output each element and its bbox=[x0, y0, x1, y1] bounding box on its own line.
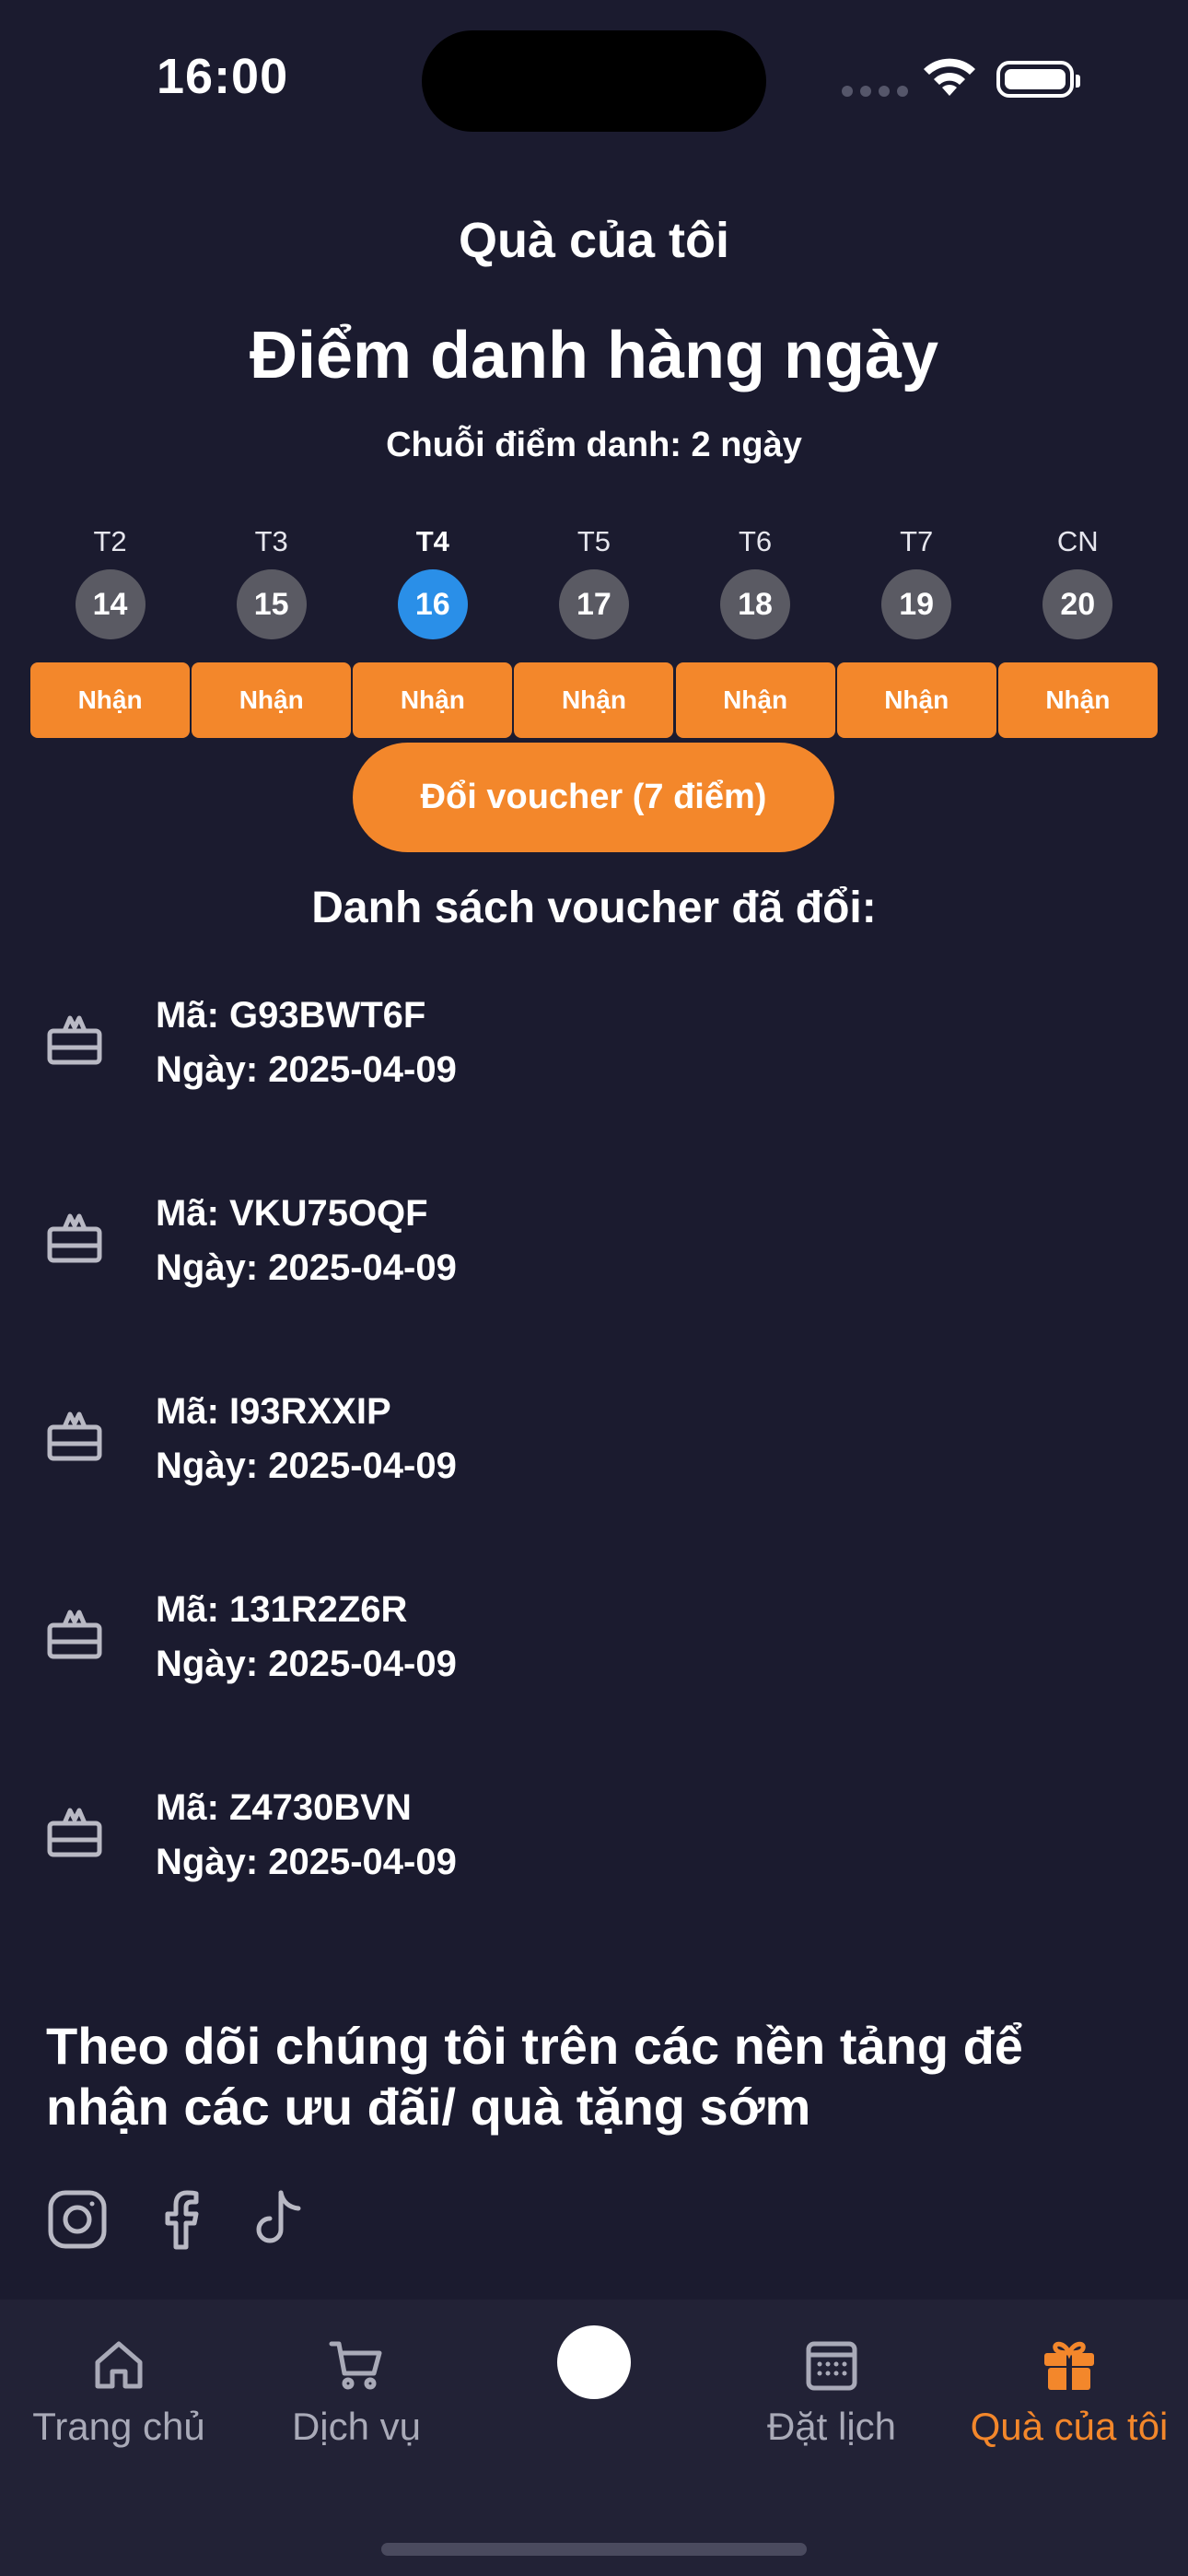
home-indicator bbox=[381, 2543, 807, 2556]
day-label: T6 bbox=[738, 525, 773, 557]
day-label: T7 bbox=[900, 525, 934, 557]
claim-button[interactable]: Nhận bbox=[514, 662, 674, 738]
tab-my-gifts[interactable]: Quà của tôi bbox=[950, 2300, 1188, 2484]
voucher-code: Mã: G93BWT6F bbox=[156, 995, 426, 1036]
day-label: T3 bbox=[254, 525, 288, 557]
list-item[interactable]: Mã: I93RXXIP Ngày: 2025-04-09 bbox=[46, 1385, 1142, 1583]
list-item[interactable]: Mã: G93BWT6F Ngày: 2025-04-09 bbox=[46, 989, 1142, 1187]
claim-button[interactable]: Nhận bbox=[353, 662, 513, 738]
voucher-list: Mã: G93BWT6F Ngày: 2025-04-09 Mã: VKU75O… bbox=[46, 989, 1142, 1979]
checkin-week: T2 14 Nhận T3 15 Nhận T4 16 Nhận T5 17 N… bbox=[29, 523, 1159, 738]
wifi-icon bbox=[924, 58, 975, 96]
day-date-circle[interactable]: 17 bbox=[558, 569, 629, 639]
calendar-icon bbox=[806, 2341, 857, 2391]
day-column: T3 15 Nhận bbox=[191, 523, 352, 738]
day-column: T7 19 Nhận bbox=[836, 523, 997, 738]
day-date-circle-today[interactable]: 16 bbox=[397, 569, 468, 639]
gift-card-icon bbox=[47, 1808, 102, 1857]
gift-card-icon bbox=[47, 1015, 102, 1065]
claim-button[interactable]: Nhận bbox=[836, 662, 996, 738]
tab-label: Quà của tôi bbox=[970, 2405, 1169, 2448]
home-icon bbox=[95, 2341, 143, 2389]
day-label: T2 bbox=[93, 525, 127, 557]
tab-label: Trang chủ bbox=[32, 2405, 205, 2448]
bottom-tab-bar: Trang chủ Dịch vụ Đặt lịch Quà của tôi bbox=[0, 2300, 1188, 2576]
status-time: 16:00 bbox=[157, 49, 289, 104]
day-label: T4 bbox=[415, 525, 449, 557]
day-label: CN bbox=[1056, 525, 1099, 557]
day-column: T6 18 Nhận bbox=[675, 523, 836, 738]
list-item[interactable]: Mã: VKU75OQF Ngày: 2025-04-09 bbox=[46, 1187, 1142, 1385]
social-links bbox=[46, 2188, 309, 2251]
day-date-circle[interactable]: 15 bbox=[236, 569, 307, 639]
day-date-circle[interactable]: 20 bbox=[1042, 569, 1113, 639]
voucher-date: Ngày: 2025-04-09 bbox=[156, 1247, 457, 1288]
instagram-icon[interactable] bbox=[46, 2188, 109, 2251]
list-item[interactable]: Mã: Z4730BVN Ngày: 2025-04-09 bbox=[46, 1781, 1142, 1979]
claim-button[interactable]: Nhận bbox=[997, 662, 1158, 738]
streak-text: Chuỗi điểm danh: 2 ngày bbox=[386, 426, 802, 464]
voucher-date: Ngày: 2025-04-09 bbox=[156, 1842, 457, 1882]
day-label: T5 bbox=[577, 525, 611, 557]
redeem-voucher-button[interactable]: Đổi voucher (7 điểm) bbox=[353, 743, 834, 852]
day-date-circle[interactable]: 19 bbox=[881, 569, 952, 639]
claim-button[interactable]: Nhận bbox=[192, 662, 352, 738]
dynamic-island bbox=[422, 30, 766, 132]
battery-icon bbox=[996, 61, 1080, 98]
gift-icon bbox=[1044, 2341, 1094, 2390]
day-column: T5 17 Nhận bbox=[513, 523, 674, 738]
voucher-date: Ngày: 2025-04-09 bbox=[156, 1644, 457, 1684]
voucher-list-heading: Danh sách voucher đã đổi: bbox=[311, 884, 877, 932]
day-date-circle[interactable]: 14 bbox=[75, 569, 146, 639]
cellular-signal-icon bbox=[842, 86, 908, 97]
voucher-code: Mã: 131R2Z6R bbox=[156, 1589, 408, 1630]
list-item[interactable]: Mã: 131R2Z6R Ngày: 2025-04-09 bbox=[46, 1583, 1142, 1781]
gift-card-icon bbox=[47, 1411, 102, 1461]
day-column: CN 20 Nhận bbox=[997, 523, 1159, 738]
tab-home[interactable]: Trang chủ bbox=[0, 2300, 238, 2484]
facebook-icon[interactable] bbox=[149, 2188, 212, 2251]
tab-label: Dịch vụ bbox=[291, 2405, 422, 2448]
cart-icon bbox=[329, 2341, 382, 2390]
gift-card-icon bbox=[47, 1213, 102, 1263]
checkin-headline: Điểm danh hàng ngày bbox=[249, 319, 939, 392]
voucher-code: Mã: VKU75OQF bbox=[156, 1193, 428, 1234]
claim-button[interactable]: Nhận bbox=[30, 662, 191, 738]
tab-label: Đặt lịch bbox=[766, 2405, 897, 2448]
tab-booking[interactable]: Đặt lịch bbox=[713, 2300, 950, 2484]
day-date-circle[interactable]: 18 bbox=[720, 569, 791, 639]
gift-card-icon bbox=[47, 1610, 102, 1659]
voucher-date: Ngày: 2025-04-09 bbox=[156, 1446, 457, 1486]
page-title: Quà của tôi bbox=[458, 213, 730, 268]
tab-services[interactable]: Dịch vụ bbox=[238, 2300, 475, 2484]
voucher-code: Mã: Z4730BVN bbox=[156, 1787, 412, 1828]
status-bar: 16:00 bbox=[0, 0, 1188, 138]
day-column: T4 16 Nhận bbox=[352, 523, 513, 738]
follow-us-text: Theo dõi chúng tôi trên các nền tảng để … bbox=[46, 2017, 1023, 2136]
claim-button[interactable]: Nhận bbox=[675, 662, 835, 738]
voucher-code: Mã: I93RXXIP bbox=[156, 1391, 391, 1432]
center-action-button[interactable] bbox=[557, 2325, 631, 2399]
day-column: T2 14 Nhận bbox=[29, 523, 191, 738]
tiktok-icon[interactable] bbox=[247, 2188, 309, 2251]
voucher-date: Ngày: 2025-04-09 bbox=[156, 1049, 457, 1090]
